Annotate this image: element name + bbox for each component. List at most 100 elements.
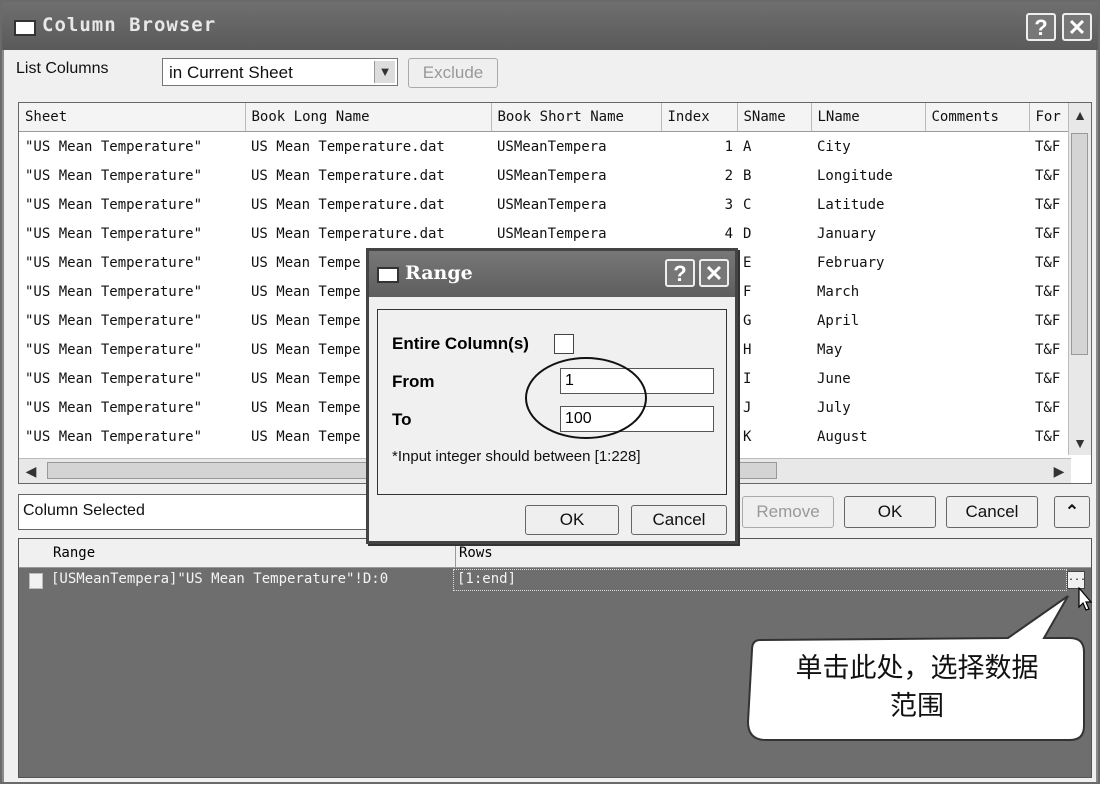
- column-header[interactable]: Book Short Name: [491, 103, 662, 132]
- range-value: [USMeanTempera]"US Mean Temperature"!D:0: [51, 571, 389, 587]
- table-cell: 3: [724, 196, 733, 213]
- dialog-close-button[interactable]: ✕: [699, 259, 729, 287]
- table-cell: USMeanTempera: [497, 225, 607, 242]
- vertical-scrollbar[interactable]: ▲ ▼: [1068, 103, 1091, 455]
- scroll-left-icon[interactable]: ◀: [21, 461, 41, 481]
- table-cell: K: [743, 428, 752, 445]
- entire-columns-checkbox[interactable]: [554, 334, 574, 354]
- column-header[interactable]: Comments: [925, 103, 1030, 132]
- table-cell: "US Mean Temperature": [25, 283, 203, 300]
- callout-line2: 范围: [890, 691, 944, 722]
- table-cell: US Mean Temperature.dat: [251, 225, 445, 242]
- column-header[interactable]: LName: [811, 103, 926, 132]
- table-header-row: Sheet Book Long Name Book Short Name Index S…: [19, 103, 1076, 132]
- table-cell: "US Mean Temperature": [25, 225, 203, 242]
- table-cell: January: [817, 225, 877, 242]
- column-selected-box: Column Selected: [18, 494, 373, 530]
- table-cell: US Mean Temperature.dat: [251, 167, 445, 184]
- table-cell: April: [817, 312, 860, 329]
- rows-column-header: Rows: [459, 545, 493, 561]
- table-cell: [925, 393, 1029, 422]
- table-cell: 4: [724, 225, 733, 242]
- dialog-help-button[interactable]: ?: [665, 259, 695, 287]
- rows-value: [1:end]: [457, 571, 517, 587]
- to-label: To: [392, 410, 412, 429]
- table-cell: USMeanTempera: [497, 167, 607, 184]
- table-cell: [925, 422, 1029, 451]
- table-cell: February: [817, 254, 885, 271]
- table-cell: [925, 364, 1029, 393]
- column-header[interactable]: SName: [737, 103, 812, 132]
- help-button[interactable]: ?: [1026, 13, 1056, 41]
- table-cell: 2: [724, 167, 733, 184]
- table-cell: A: [743, 138, 752, 155]
- exclude-button[interactable]: Exclude: [408, 58, 498, 88]
- table-cell: City: [817, 138, 851, 155]
- dialog-window-icon: [377, 267, 399, 283]
- window-icon: [14, 20, 36, 36]
- table-cell: July: [817, 399, 851, 416]
- title-bar: Column Browser ? ✕: [2, 2, 1098, 50]
- table-cell: US Mean Temperature.dat: [251, 138, 445, 155]
- chevron-down-icon[interactable]: ▼: [374, 61, 395, 83]
- table-cell: B: [743, 167, 752, 184]
- table-cell: US Mean Temperature.dat: [251, 196, 445, 213]
- range-dialog: Range ? ✕ Entire Column(s) From 1 To 100…: [366, 248, 738, 544]
- scroll-up-icon[interactable]: ▲: [1070, 105, 1090, 125]
- table-cell: Longitude: [817, 167, 893, 184]
- table-row[interactable]: "US Mean Temperature" US Mean Temperature…: [19, 161, 1075, 190]
- table-cell: "US Mean Temperature": [25, 196, 203, 213]
- table-cell: H: [743, 341, 752, 358]
- range-dialog-title: Range: [405, 262, 473, 284]
- table-cell: Latitude: [817, 196, 885, 213]
- callout-text: 单击此处，选择数据 范围: [758, 650, 1076, 726]
- table-cell: "US Mean Temperature": [25, 428, 203, 445]
- table-cell: August: [817, 428, 868, 445]
- cancel-button[interactable]: Cancel: [946, 496, 1038, 528]
- remove-button[interactable]: Remove: [742, 496, 834, 528]
- range-dialog-title-bar: Range ? ✕: [369, 251, 735, 297]
- table-cell: [925, 190, 1029, 219]
- scroll-down-icon[interactable]: ▼: [1070, 433, 1090, 453]
- table-cell: [925, 161, 1029, 190]
- range-group-box: Entire Column(s) From 1 To 100 *Input in…: [377, 309, 727, 495]
- range-ok-button[interactable]: OK: [525, 505, 619, 535]
- range-cancel-button[interactable]: Cancel: [631, 505, 727, 535]
- ok-button[interactable]: OK: [844, 496, 936, 528]
- table-cell: J: [743, 399, 752, 416]
- table-cell: F: [743, 283, 752, 300]
- table-cell: "US Mean Temperature": [25, 167, 203, 184]
- column-header[interactable]: Index: [661, 103, 738, 132]
- column-selected-label: Column Selected: [23, 502, 145, 519]
- table-cell: [925, 132, 1029, 162]
- table-cell: C: [743, 196, 752, 213]
- table-cell: "US Mean Temperature": [25, 138, 203, 155]
- table-cell: [925, 277, 1029, 306]
- table-cell: USMeanTempera: [497, 196, 607, 213]
- table-cell: "US Mean Temperature": [25, 370, 203, 387]
- scroll-right-icon[interactable]: ▶: [1049, 461, 1069, 481]
- table-cell: D: [743, 225, 752, 242]
- column-header[interactable]: Sheet: [19, 103, 246, 132]
- entire-columns-label: Entire Column(s): [392, 334, 529, 353]
- from-label: From: [392, 372, 435, 391]
- table-cell: [925, 306, 1029, 335]
- list-columns-combo[interactable]: in Current Sheet ▼: [162, 58, 398, 86]
- column-header[interactable]: Book Long Name: [245, 103, 492, 132]
- rows-cell[interactable]: [453, 569, 1067, 591]
- collapse-button[interactable]: ⌃: [1054, 496, 1090, 528]
- table-cell: E: [743, 254, 752, 271]
- table-row[interactable]: "US Mean Temperature" US Mean Temperature…: [19, 132, 1075, 162]
- table-row[interactable]: "US Mean Temperature" US Mean Temperature…: [19, 219, 1075, 248]
- table-cell: [925, 248, 1029, 277]
- table-cell: 1: [724, 138, 733, 155]
- combo-value: in Current Sheet: [169, 63, 293, 82]
- list-columns-label: List Columns: [16, 60, 109, 77]
- table-cell: [925, 335, 1029, 364]
- vertical-scroll-thumb[interactable]: [1071, 133, 1088, 355]
- table-row[interactable]: "US Mean Temperature" US Mean Temperature…: [19, 190, 1075, 219]
- table-cell: June: [817, 370, 851, 387]
- close-button[interactable]: ✕: [1062, 13, 1092, 41]
- window-title: Column Browser: [42, 14, 217, 36]
- table-cell: "US Mean Temperature": [25, 399, 203, 416]
